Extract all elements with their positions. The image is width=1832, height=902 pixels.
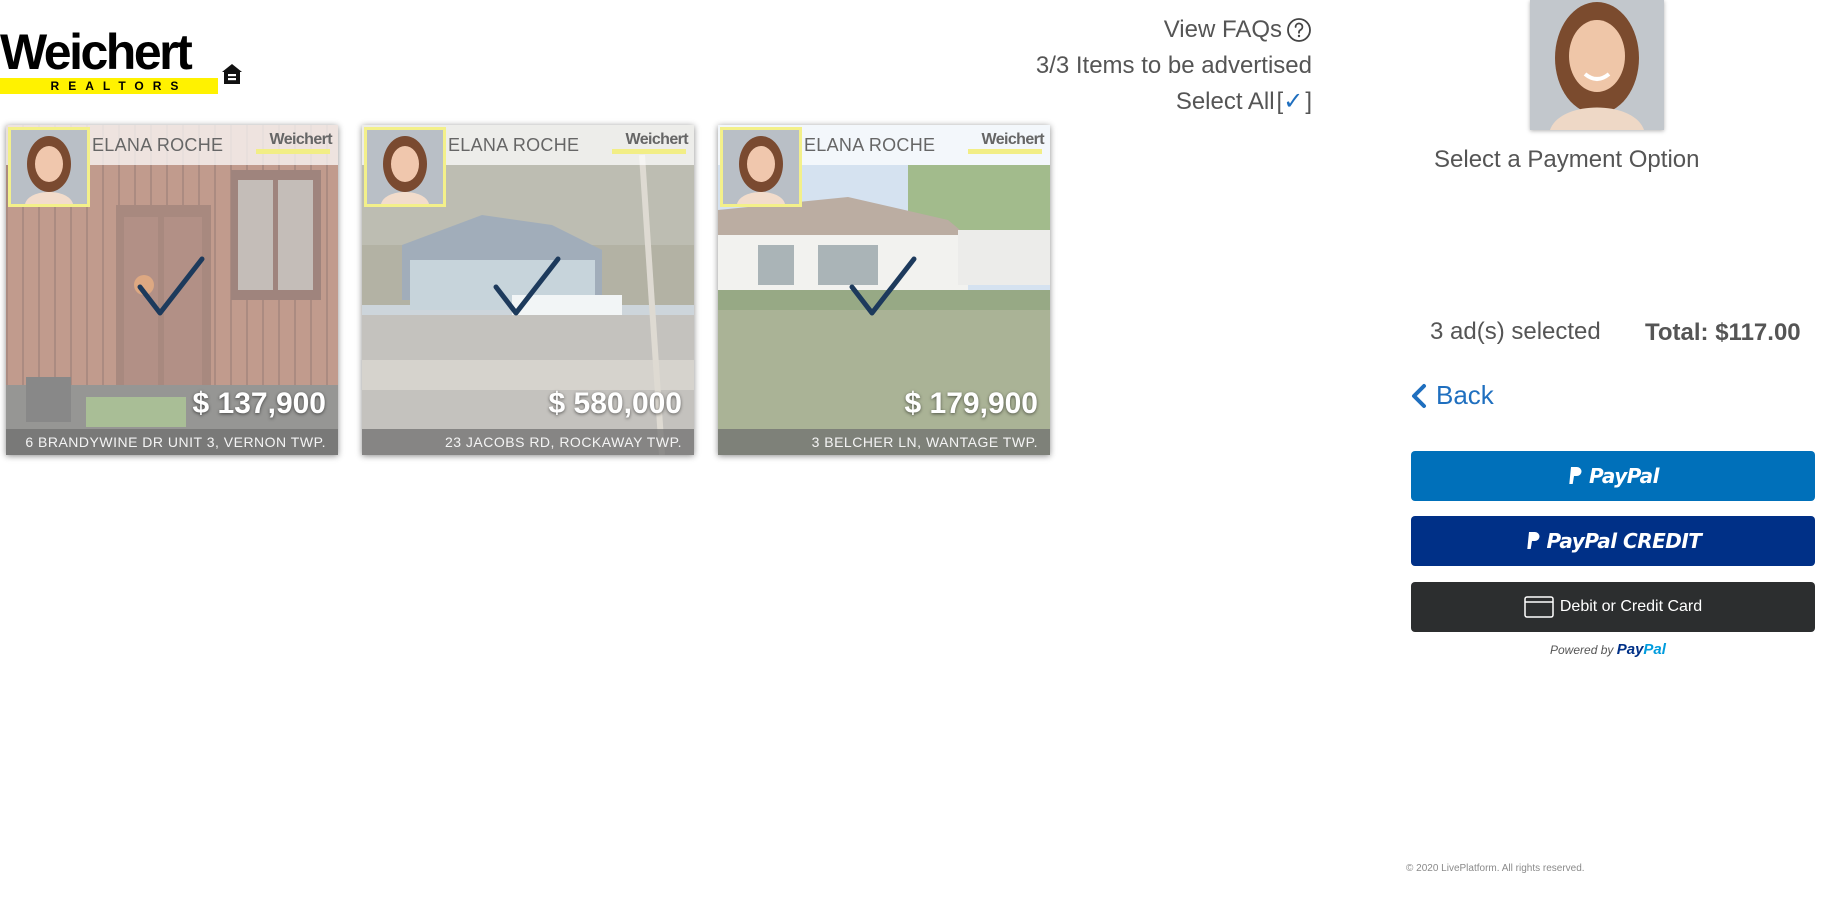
order-total: Total: $117.00	[1645, 319, 1801, 346]
card-brand-logo: Weichert	[981, 131, 1045, 148]
powered-by-paypal: Powered by PayPal	[1550, 641, 1666, 658]
agent-headshot	[8, 127, 90, 207]
ad-card[interactable]: ELANA ROCHE Weichert $ 179,900 3 BELCHER…	[718, 125, 1050, 455]
card-brand-bar	[968, 149, 1042, 154]
back-button[interactable]: Back	[1410, 380, 1494, 411]
checkmark-icon	[493, 256, 561, 316]
copyright: © 2020 LivePlatform. All rights reserved…	[1406, 863, 1585, 874]
powered-brand-pal: Pal	[1643, 641, 1666, 658]
debit-credit-card-label[interactable]: Debit or Credit Card	[1560, 598, 1702, 616]
card-agent-name: ELANA ROCHE	[804, 135, 936, 155]
paypal-p-icon	[1526, 532, 1540, 549]
agent-headshot	[720, 127, 802, 207]
paypal-button[interactable]: PayPal	[1411, 451, 1815, 501]
select-all-label[interactable]: Select All	[1176, 87, 1275, 117]
agent-headshot-image	[723, 130, 799, 204]
agent-headshot-image	[11, 130, 87, 204]
card-agent-name: ELANA ROCHE	[92, 135, 224, 155]
select-all-check-icon[interactable]: ✓	[1283, 87, 1303, 117]
logo-wordmark: Weichert	[0, 24, 193, 80]
paypal-credit-label[interactable]: PayPal CREDIT	[1547, 529, 1702, 553]
card-price: $ 137,900	[192, 387, 326, 420]
items-count: 3/3 Items to be advertised	[1035, 52, 1312, 79]
paypal-credit-button[interactable]: PayPal CREDIT	[1411, 516, 1815, 566]
select-all-bracket-close: ]	[1305, 88, 1312, 115]
top-links: View FAQs 3/3 Items to be advertised Sel…	[1036, 12, 1312, 120]
weichert-logo: Weichert REALTORS	[0, 26, 250, 96]
card-price: $ 179,900	[904, 387, 1038, 420]
card-brand-bar	[612, 149, 686, 154]
powered-brand-pay: Pay	[1616, 641, 1644, 658]
selected-count: 3 ad(s) selected	[1430, 318, 1601, 345]
payment-title: Select a Payment Option	[1434, 146, 1700, 173]
ad-card[interactable]: ELANA ROCHE Weichert $ 137,900 6 BRANDYW…	[6, 125, 338, 455]
card-brand-logo: Weichert	[625, 131, 689, 148]
select-all-toggle[interactable]: Select All [ ✓ ]	[1036, 84, 1312, 120]
view-faqs-link[interactable]: View FAQs	[1036, 12, 1312, 48]
card-address: 6 BRANDYWINE DR UNIT 3, VERNON TWP.	[6, 429, 338, 455]
card-address: 23 JACOBS RD, ROCKAWAY TWP.	[362, 429, 694, 455]
ad-card-list: ELANA ROCHE Weichert $ 137,900 6 BRANDYW…	[6, 125, 1050, 455]
agent-headshot-image	[367, 130, 443, 204]
card-brand-logo: Weichert	[269, 131, 333, 148]
agent-avatar	[1530, 0, 1664, 130]
card-brand-bar	[256, 149, 330, 154]
equal-housing-icon	[222, 64, 242, 84]
card-address: 3 BELCHER LN, WANTAGE TWP.	[718, 429, 1050, 455]
ad-card[interactable]: ELANA ROCHE Weichert $ 580,000 23 JACOBS…	[362, 125, 694, 455]
logo-tagline: REALTORS	[50, 79, 188, 93]
card-price: $ 580,000	[548, 387, 682, 420]
paypal-label[interactable]: PayPal	[1589, 464, 1660, 488]
debit-credit-card-button[interactable]: Debit or Credit Card	[1411, 582, 1815, 632]
card-agent-name: ELANA ROCHE	[448, 135, 580, 155]
view-faqs-label[interactable]: View FAQs	[1164, 15, 1282, 45]
select-all-bracket-open: [	[1276, 88, 1284, 115]
checkmark-icon	[137, 256, 205, 316]
agent-headshot	[364, 127, 446, 207]
credit-card-icon	[1524, 596, 1554, 618]
powered-by-label: Powered by	[1550, 643, 1614, 657]
paypal-p-icon	[1569, 467, 1582, 484]
chevron-left-icon[interactable]	[1410, 383, 1428, 409]
question-circle-icon[interactable]	[1286, 17, 1312, 43]
back-label[interactable]: Back	[1436, 380, 1494, 411]
agent-avatar-image	[1530, 0, 1664, 130]
checkmark-icon	[849, 256, 917, 316]
